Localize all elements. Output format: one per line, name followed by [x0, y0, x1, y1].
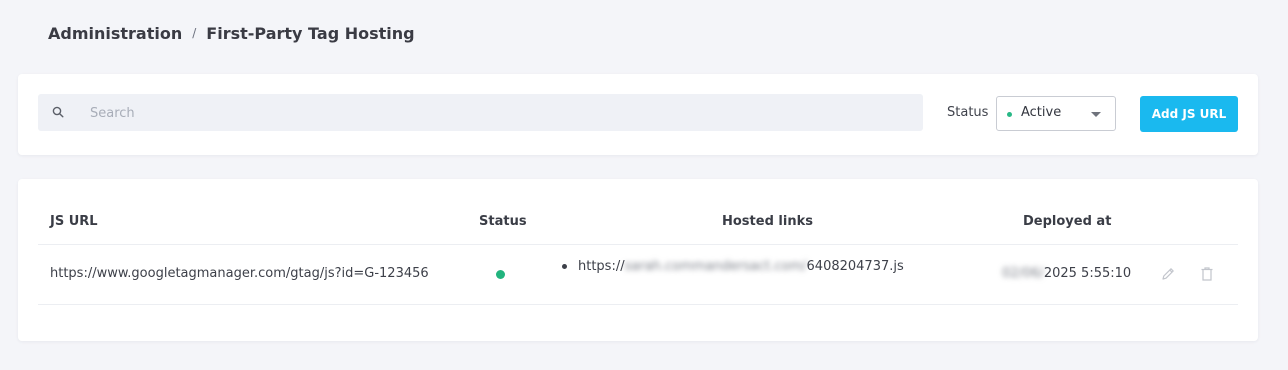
column-header-deployed-at[interactable]: Deployed at — [1023, 214, 1111, 229]
deployed-time: 2025 5:55:10 — [1043, 266, 1132, 281]
list-bullet — [562, 264, 567, 269]
breadcrumb-parent[interactable]: Administration — [48, 24, 182, 43]
status-active-dot — [1007, 112, 1012, 117]
search-input[interactable] — [88, 94, 912, 133]
row-divider — [38, 304, 1238, 305]
breadcrumb-separator: / — [192, 26, 197, 40]
header-divider — [38, 244, 1238, 245]
status-filter-label: Status — [947, 105, 989, 120]
js-url-table: JS URL Status Hosted links Deployed at h… — [18, 179, 1258, 341]
hosted-link-redacted: sarah.commandersact.com/ — [624, 259, 807, 274]
js-url-cell[interactable]: https://www.googletagmanager.com/gtag/js… — [50, 266, 429, 281]
hosted-link-item[interactable]: https:// sarah.commandersact.com/ 640820… — [562, 259, 904, 274]
hosted-link-suffix: 6408204737.js — [806, 259, 904, 274]
chevron-down-icon — [1091, 112, 1101, 117]
status-active-indicator — [496, 270, 505, 279]
pencil-icon[interactable] — [1159, 265, 1177, 283]
deployed-date-redacted: 02/06/ — [1002, 266, 1044, 281]
column-header-status[interactable]: Status — [479, 214, 527, 229]
page-title: First-Party Tag Hosting — [206, 23, 415, 43]
column-header-js-url[interactable]: JS URL — [50, 214, 98, 229]
hosted-link-prefix: https:// — [578, 259, 625, 274]
status-filter-select[interactable]: Active — [996, 96, 1116, 131]
search-icon — [52, 106, 64, 118]
deployed-at-cell: 02/06/2025 5:55:10 — [1002, 266, 1131, 281]
column-header-hosted-links[interactable]: Hosted links — [722, 214, 813, 229]
trash-icon[interactable] — [1198, 265, 1216, 283]
search-box[interactable] — [38, 94, 923, 133]
filters-card: Status Active Add JS URL — [18, 74, 1258, 155]
status-filter-value: Active — [1021, 105, 1062, 120]
add-js-url-button[interactable]: Add JS URL — [1140, 96, 1238, 132]
breadcrumb: Administration / First-Party Tag Hosting — [48, 22, 415, 44]
